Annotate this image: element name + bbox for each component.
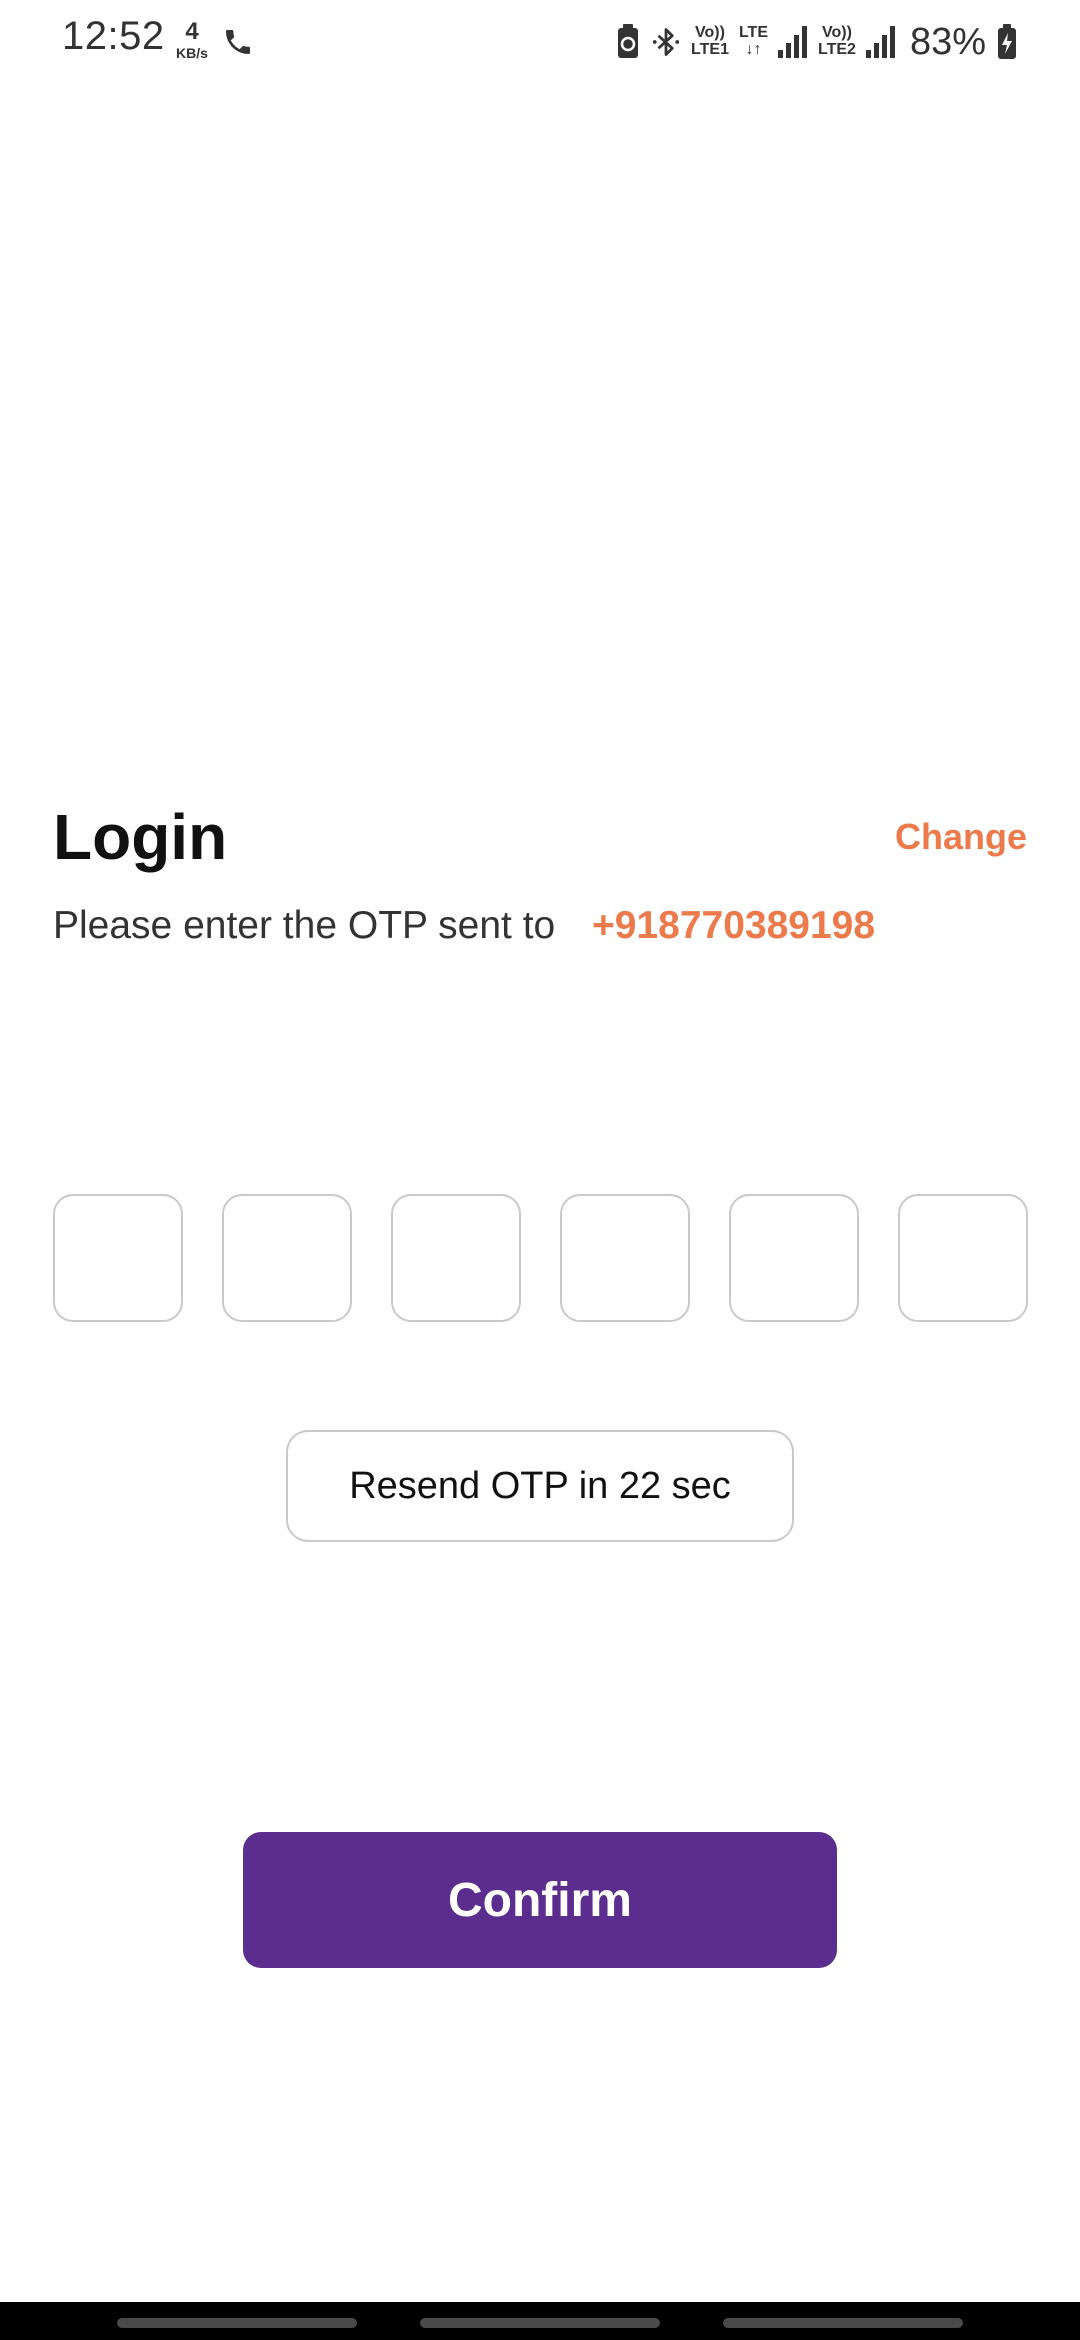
signal-icon: [865, 26, 895, 58]
page-title: Login: [53, 801, 228, 873]
change-number-link[interactable]: Change: [895, 816, 1027, 858]
phone-number: +918770389198: [592, 904, 876, 947]
otp-digit-1[interactable]: [53, 1194, 183, 1322]
resend-otp-button[interactable]: Resend OTP in 22 sec: [286, 1430, 794, 1542]
otp-digit-2[interactable]: [222, 1194, 352, 1322]
sim2-volte-bottom: LTE2: [818, 41, 856, 58]
status-bar: 12:52 4 KB/s Vo)) LTE1 LTE ↓↑ Vo)) LTE2 …: [0, 0, 1080, 84]
confirm-button[interactable]: Confirm: [243, 1832, 837, 1968]
status-time: 12:52: [62, 14, 165, 58]
otp-instruction-text: Please enter the OTP sent to: [53, 904, 556, 947]
battery-charging-icon: [998, 24, 1016, 59]
sim1-volte-top: Vo)): [695, 24, 725, 42]
signal-icon: [778, 26, 807, 58]
data-lte-arrows: ↓↑: [745, 41, 762, 58]
network-speed-value: 4: [185, 18, 199, 45]
otp-digit-6[interactable]: [898, 1194, 1028, 1322]
data-lte-top: LTE: [738, 24, 768, 42]
data-lte-label: LTE ↓↑: [738, 24, 768, 59]
battery-percentage: 83%: [909, 20, 986, 63]
sim2-volte-top: Vo)): [822, 24, 852, 42]
phone-call-icon: [226, 30, 250, 54]
status-icons: Vo)) LTE1 LTE ↓↑ Vo)) LTE2 83%: [615, 20, 1018, 64]
sim2-volte-label: Vo)) LTE2: [818, 24, 856, 59]
nav-handle-center[interactable]: [420, 2318, 660, 2328]
bluetooth-icon: [652, 28, 680, 56]
otp-login-screen: 12:52 4 KB/s Vo)) LTE1 LTE ↓↑ Vo)) LTE2 …: [0, 0, 1080, 2340]
otp-digit-5[interactable]: [729, 1194, 859, 1322]
battery-saver-icon: [618, 24, 639, 58]
otp-input-group: [53, 1194, 1029, 1324]
otp-digit-4[interactable]: [560, 1194, 690, 1322]
nav-handle-right[interactable]: [723, 2318, 963, 2328]
sim1-volte-bottom: LTE1: [691, 41, 729, 58]
network-speed-unit: KB/s: [176, 45, 208, 61]
nav-handle-left[interactable]: [117, 2318, 357, 2328]
network-speed: 4 KB/s: [170, 18, 214, 61]
otp-digit-3[interactable]: [391, 1194, 521, 1322]
sim1-volte-label: Vo)) LTE1: [691, 24, 729, 59]
navigation-bar: [0, 2302, 1080, 2340]
